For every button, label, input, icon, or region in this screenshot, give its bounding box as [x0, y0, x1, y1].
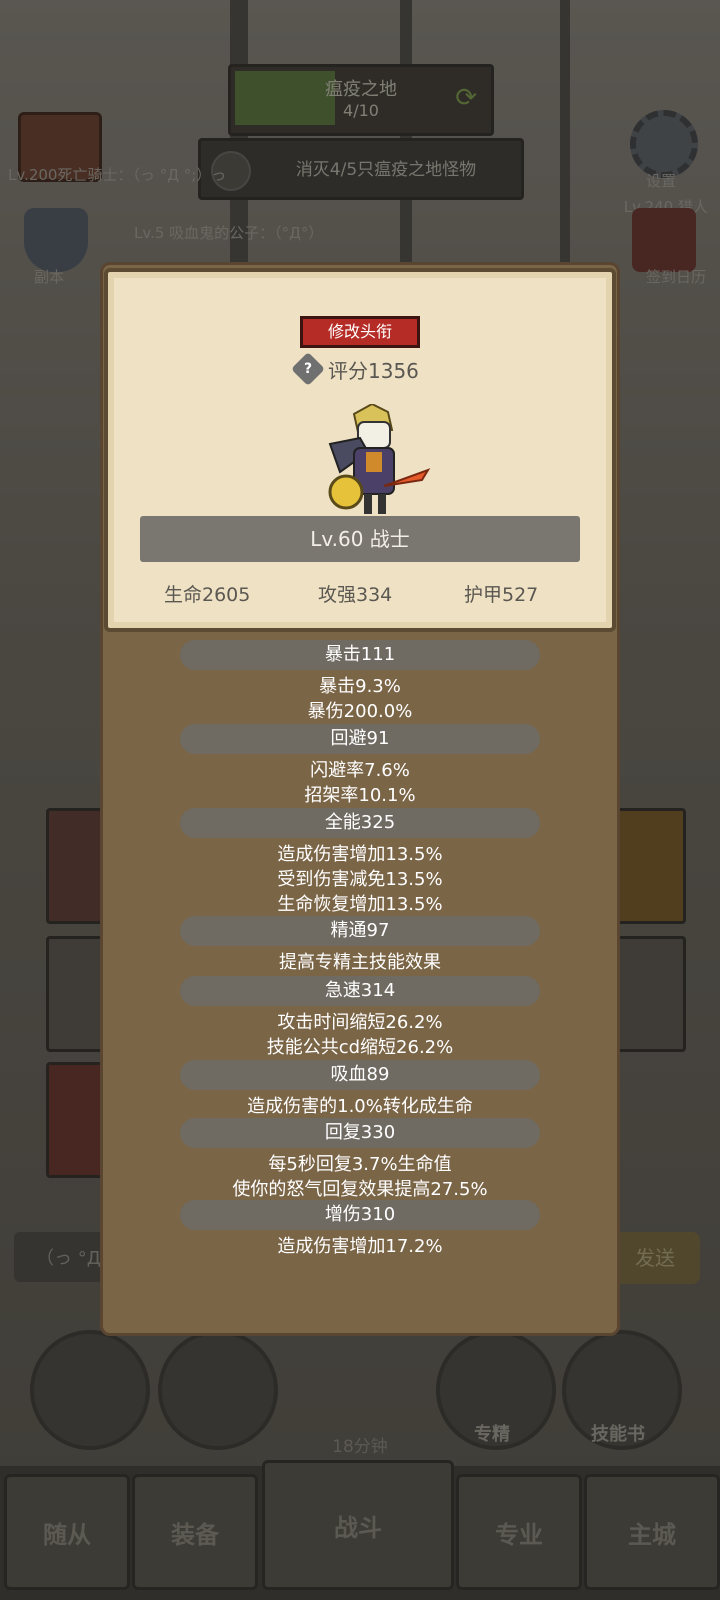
edit-title-button[interactable]: 修改头衔	[300, 316, 420, 348]
attr-haste-header: 急速314	[180, 976, 540, 1006]
attr-regen-line: 使你的怒气回复效果提高27.5%	[232, 1179, 488, 1200]
help-icon[interactable]: ?	[291, 352, 325, 386]
attr-versatility-line: 受到伤害减免13.5%	[277, 869, 443, 890]
attr-avoid-line: 招架率10.1%	[304, 785, 416, 806]
warrior-avatar	[328, 404, 431, 514]
score-value: 评分1356	[328, 358, 419, 383]
attr-versatility-header: 全能325	[180, 808, 540, 838]
attr-lifesteal-line: 造成伤害的1.0%转化成生命	[247, 1096, 473, 1117]
attr-damage-bonus-header: 增伤310	[180, 1200, 540, 1230]
attr-damage-bonus-line: 造成伤害增加17.2%	[277, 1236, 443, 1257]
attr-crit-line: 暴伤200.0%	[307, 701, 413, 722]
stat-armor: 护甲527	[464, 584, 539, 606]
level-class-bar: Lv.60 战士	[140, 516, 580, 562]
attr-haste-line: 攻击时间缩短26.2%	[277, 1012, 443, 1033]
score-row: ? 评分1356	[291, 352, 419, 386]
attr-avoid-header: 回避91	[180, 724, 540, 754]
stat-attack-power: 攻强334	[318, 584, 393, 606]
attr-avoid-line: 闪避率7.6%	[310, 760, 410, 781]
attr-lifesteal-header: 吸血89	[180, 1060, 540, 1090]
stat-health: 生命2605	[164, 584, 251, 606]
attr-mastery-header: 精通97	[180, 916, 540, 946]
attr-versatility-line: 造成伤害增加13.5%	[277, 844, 443, 865]
attr-versatility-line: 生命恢复增加13.5%	[277, 894, 443, 915]
attr-regen-line: 每5秒回复3.7%生命值	[268, 1154, 452, 1175]
attr-crit-line: 暴击9.3%	[319, 676, 401, 697]
attr-regen-header: 回复330	[180, 1118, 540, 1148]
attr-haste-line: 技能公共cd缩短26.2%	[266, 1037, 454, 1058]
attr-mastery-line: 提高专精主技能效果	[279, 952, 441, 973]
attr-crit-header: 暴击111	[180, 640, 540, 670]
